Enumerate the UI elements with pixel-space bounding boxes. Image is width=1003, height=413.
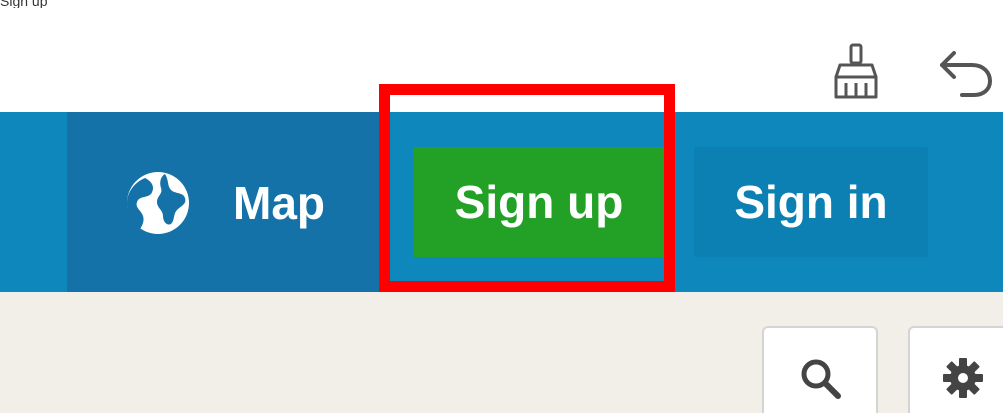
gear-icon (943, 358, 983, 398)
toolbar (0, 8, 1003, 106)
search-icon (801, 359, 841, 399)
map-label: Map (233, 177, 325, 229)
undo-icon[interactable] (938, 42, 994, 100)
search-button[interactable] (762, 326, 878, 413)
signup-button[interactable]: Sign up (413, 147, 665, 257)
top-caption-text: Sign up (0, 0, 48, 9)
broom-icon[interactable] (828, 42, 884, 100)
globe-icon (127, 172, 189, 234)
page: Sign up Map Sign up Sign in (0, 0, 1003, 413)
settings-button[interactable] (908, 326, 1003, 413)
signin-button[interactable]: Sign in (694, 147, 928, 257)
nav-map-link[interactable]: Map (67, 112, 385, 292)
